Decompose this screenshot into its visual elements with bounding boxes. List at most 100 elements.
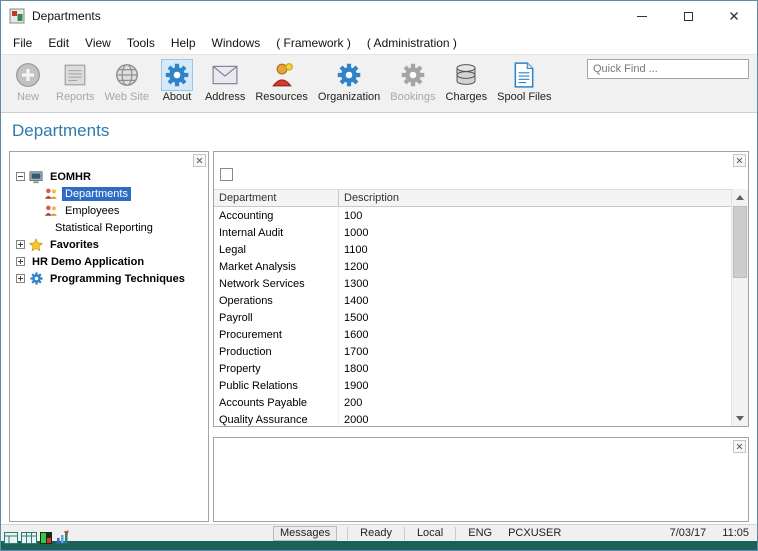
status-icons (4, 530, 69, 544)
toolbar-reports-label: Reports (56, 91, 95, 103)
menu-help[interactable]: Help (163, 33, 204, 53)
grid-body: Accounting100 Internal Audit1000 Legal11… (214, 207, 731, 426)
status-date: 7/03/17 (662, 527, 715, 539)
toolbar-website-button: Web Site (100, 58, 154, 103)
cell-description: 2000 (339, 414, 731, 426)
cell-department: Accounting (214, 207, 339, 224)
tree-item-favorites[interactable]: Favorites (10, 236, 208, 253)
close-icon (729, 11, 739, 21)
grid-row[interactable]: Payroll1500 (214, 309, 731, 326)
toolbar-reports-button: Reports (51, 58, 100, 103)
grid-header: Department Description (214, 189, 731, 207)
status-user: PCXUSER (500, 527, 569, 539)
tree-item-programming-techniques[interactable]: Programming Techniques (10, 270, 208, 287)
detail-panel-close-button[interactable] (733, 440, 746, 453)
status-bar: Messages Ready Local ENG PCXUSER 7/03/17… (1, 524, 757, 541)
cell-department: Public Relations (214, 377, 339, 394)
status-indicator-icon[interactable] (40, 532, 52, 544)
grid-row[interactable]: Accounting100 (214, 207, 731, 224)
grid-row[interactable]: Quality Assurance2000 (214, 411, 731, 426)
scroll-down-icon[interactable] (732, 410, 748, 426)
cell-description: 1900 (339, 380, 731, 392)
people-icon (44, 204, 58, 218)
app-window: Departments File Edit View Tools Help Wi… (0, 0, 758, 551)
menu-edit[interactable]: Edit (40, 33, 77, 53)
messages-button[interactable]: Messages (273, 526, 337, 541)
expand-icon[interactable] (16, 257, 25, 266)
toolbar-bookings-button: Bookings (385, 58, 440, 103)
cell-department: Network Services (214, 275, 339, 292)
tree-item-label: Favorites (47, 238, 102, 252)
select-all-checkbox[interactable] (220, 168, 233, 181)
grid-row[interactable]: Legal1100 (214, 241, 731, 258)
tree-item-label: Programming Techniques (47, 272, 188, 286)
close-icon (196, 157, 203, 164)
menu-windows[interactable]: Windows (204, 33, 269, 53)
tree-item-employees[interactable]: Employees (10, 202, 208, 219)
quick-find-input[interactable] (587, 59, 749, 79)
collapse-icon[interactable] (16, 172, 25, 181)
expand-icon[interactable] (16, 240, 25, 249)
grid-row[interactable]: Public Relations1900 (214, 377, 731, 394)
toolbar-about-button[interactable]: About (154, 58, 200, 103)
tree-item-statistical-reporting[interactable]: Statistical Reporting (10, 219, 208, 236)
tree-item-label: HR Demo Application (29, 255, 147, 269)
toolbar-charges-label: Charges (446, 91, 488, 103)
scrollbar-thumb[interactable] (733, 206, 747, 278)
title-bar: Departments (1, 1, 757, 31)
grid-row[interactable]: Procurement1600 (214, 326, 731, 343)
departments-grid-panel: Department Description Accounting100 Int… (213, 151, 749, 427)
grid-row[interactable]: Production1700 (214, 343, 731, 360)
cell-description: 1000 (339, 227, 731, 239)
cell-description: 1700 (339, 346, 731, 358)
toolbar-address-button[interactable]: Address (200, 58, 250, 103)
maximize-icon (684, 12, 693, 21)
grid-view-icon[interactable] (4, 532, 18, 544)
cell-department: Production (214, 343, 339, 360)
maximize-button[interactable] (665, 1, 711, 31)
menu-administration[interactable]: ( Administration ) (359, 33, 465, 53)
status-ready: Ready (352, 527, 400, 539)
column-header-department[interactable]: Department (214, 190, 339, 206)
menu-file[interactable]: File (5, 33, 40, 53)
tree-item-departments[interactable]: Departments (10, 185, 208, 202)
scroll-up-icon[interactable] (732, 189, 748, 205)
grid-row[interactable]: Market Analysis1200 (214, 258, 731, 275)
toolbar-charges-button[interactable]: Charges (441, 58, 493, 103)
navigation-panel: EOMHR Departments Employees Statistical … (9, 151, 209, 522)
grid-panel-close-button[interactable] (733, 154, 746, 167)
window-controls (619, 1, 757, 31)
cell-department: Operations (214, 292, 339, 309)
cell-department: Payroll (214, 309, 339, 326)
toolbar-organization-button[interactable]: Organization (313, 58, 385, 103)
cell-department: Property (214, 360, 339, 377)
computer-icon (29, 170, 43, 184)
table-view-icon[interactable] (21, 532, 37, 544)
gear-icon (29, 272, 43, 286)
expand-icon[interactable] (16, 274, 25, 283)
toolbar-resources-button[interactable]: Resources (250, 58, 313, 103)
grid-row[interactable]: Accounts Payable200 (214, 394, 731, 411)
gear-icon (398, 60, 428, 90)
menu-framework[interactable]: ( Framework ) (268, 33, 359, 53)
grid-row[interactable]: Network Services1300 (214, 275, 731, 292)
cell-description: 100 (339, 210, 731, 222)
grid-row[interactable]: Property1800 (214, 360, 731, 377)
status-separator (404, 527, 405, 540)
close-button[interactable] (711, 1, 757, 31)
chart-icon[interactable] (55, 530, 69, 544)
column-header-description[interactable]: Description (339, 190, 731, 206)
tree-item-label: EOMHR (47, 170, 94, 184)
grid-row[interactable]: Operations1400 (214, 292, 731, 309)
toolbar-spoolfiles-button[interactable]: Spool Files (492, 58, 556, 103)
status-language: ENG (460, 527, 500, 539)
toolbar-about-label: About (163, 91, 192, 103)
vertical-scrollbar[interactable] (731, 189, 748, 426)
minimize-button[interactable] (619, 1, 665, 31)
menu-tools[interactable]: Tools (119, 33, 163, 53)
tree-item-hr-demo-application[interactable]: HR Demo Application (10, 253, 208, 270)
grid-row[interactable]: Internal Audit1000 (214, 224, 731, 241)
menu-view[interactable]: View (77, 33, 119, 53)
tree-panel-close-button[interactable] (193, 154, 206, 167)
tree-item-eomhr[interactable]: EOMHR (10, 168, 208, 185)
